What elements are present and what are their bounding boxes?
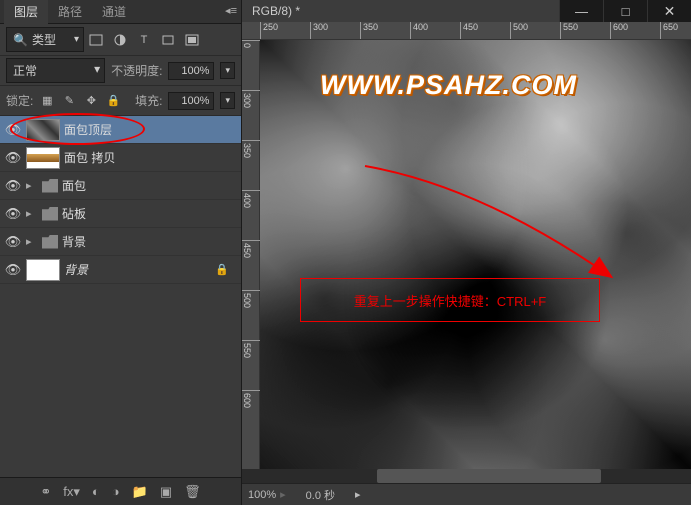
layer-name[interactable]: 背景: [62, 233, 237, 250]
annotation-text: 重复上一步操作快捷键：CTRL+F: [354, 291, 546, 310]
layers-list: 👁 面包顶层 👁 面包 拷贝 👁 ▸ 面包 👁 ▸ 砧板: [0, 116, 241, 477]
filter-adjust-icon[interactable]: [112, 32, 128, 48]
lock-all-icon[interactable]: 🔒: [105, 93, 121, 109]
opacity-input[interactable]: [168, 62, 214, 80]
status-arrow-icon[interactable]: ▸: [355, 488, 361, 501]
blend-row: 正常 不透明度: ▾: [0, 56, 241, 86]
panel-menu-icon[interactable]: ◂≡: [225, 4, 237, 17]
lock-position-icon[interactable]: ✥: [83, 93, 99, 109]
fill-dropdown-arrow[interactable]: ▾: [220, 92, 235, 109]
visibility-icon[interactable]: 👁: [4, 150, 22, 166]
layer-row[interactable]: 👁 面包顶层: [0, 116, 241, 144]
panel-bottom-toolbar: ⚭ fx▾ ◐ ◑ 📁 ▣ 🗑: [0, 477, 241, 505]
folder-new-icon[interactable]: 📁: [132, 484, 148, 500]
horizontal-ruler[interactable]: 250300350400450500550600650: [242, 22, 691, 40]
visibility-icon[interactable]: 👁: [4, 234, 22, 250]
visibility-icon[interactable]: 👁: [4, 262, 22, 278]
zoom-value[interactable]: 100%: [248, 489, 276, 501]
horizontal-scrollbar[interactable]: [242, 469, 691, 483]
folder-icon: [42, 235, 58, 249]
layer-filter-dropdown[interactable]: 🔍 类型: [6, 27, 84, 52]
search-icon: 🔍: [13, 33, 28, 47]
layer-name[interactable]: 面包顶层: [64, 121, 237, 138]
scroll-thumb[interactable]: [377, 469, 602, 483]
canvas[interactable]: WWW.PSAHZ.COM 重复上一步操作快捷键：CTRL+F: [260, 40, 691, 469]
layer-name[interactable]: 砧板: [62, 205, 237, 222]
lock-icon: 🔒: [215, 263, 229, 276]
filter-shape-icon[interactable]: [160, 32, 176, 48]
document-title: RGB/8) *: [252, 4, 300, 18]
main-area: RGB/8) * — □ ✕ 2503003504004505005506006…: [242, 0, 691, 505]
layer-row[interactable]: 👁 ▸ 面包: [0, 172, 241, 200]
lock-row: 锁定: ▦ ✎ ✥ 🔒 填充: ▾: [0, 86, 241, 116]
fx-icon[interactable]: fx▾: [63, 484, 80, 500]
folder-toggle-icon[interactable]: ▸: [26, 207, 38, 220]
title-bar: RGB/8) * — □ ✕: [242, 0, 691, 22]
lock-pixels-icon[interactable]: ✎: [61, 93, 77, 109]
fill-input[interactable]: [168, 92, 214, 110]
opacity-label: 不透明度:: [111, 62, 162, 79]
layer-row[interactable]: 👁 ▸ 背景: [0, 228, 241, 256]
vertical-ruler[interactable]: 0300350400450500550600: [242, 40, 260, 469]
layer-thumbnail[interactable]: [26, 259, 60, 281]
layer-row[interactable]: 👁 面包 拷贝: [0, 144, 241, 172]
tab-paths[interactable]: 路径: [48, 0, 92, 24]
tab-layers[interactable]: 图层: [4, 0, 48, 24]
layer-name[interactable]: 面包 拷贝: [64, 149, 237, 166]
canvas-image: [260, 40, 691, 469]
folder-icon: [42, 207, 58, 221]
blend-mode-dropdown[interactable]: 正常: [6, 58, 105, 83]
status-separator: ▸: [280, 488, 286, 501]
filter-pixel-icon[interactable]: [88, 32, 104, 48]
layer-name[interactable]: 背景: [64, 261, 211, 278]
adjustment-icon[interactable]: ◑: [112, 484, 120, 499]
visibility-icon[interactable]: 👁: [4, 178, 22, 194]
fill-label: 填充:: [135, 92, 162, 109]
layer-thumbnail[interactable]: [26, 119, 60, 141]
status-bar: 100% ▸ 0.0 秒 ▸: [242, 483, 691, 505]
layer-thumbnail[interactable]: [26, 147, 60, 169]
link-icon[interactable]: ⚭: [40, 484, 51, 500]
minimize-button[interactable]: —: [559, 0, 603, 22]
lock-label: 锁定:: [6, 92, 33, 109]
maximize-button[interactable]: □: [603, 0, 647, 22]
panel-tabs: 图层 路径 通道 ◂≡: [0, 0, 241, 24]
mask-icon[interactable]: ◐: [92, 484, 100, 499]
filter-smart-icon[interactable]: [184, 32, 200, 48]
new-layer-icon[interactable]: ▣: [160, 484, 172, 500]
close-button[interactable]: ✕: [647, 0, 691, 22]
visibility-icon[interactable]: 👁: [4, 122, 22, 138]
watermark-text: WWW.PSAHZ.COM: [320, 70, 577, 101]
tab-channels[interactable]: 通道: [92, 0, 136, 24]
layer-row[interactable]: 👁 背景 🔒: [0, 256, 241, 284]
layer-row[interactable]: 👁 ▸ 砧板: [0, 200, 241, 228]
annotation-text-box: 重复上一步操作快捷键：CTRL+F: [300, 278, 600, 322]
folder-icon: [42, 179, 58, 193]
opacity-dropdown-arrow[interactable]: ▾: [220, 62, 235, 79]
filter-label: 类型: [32, 31, 56, 48]
status-time: 0.0 秒: [306, 487, 335, 503]
layers-panel: 图层 路径 通道 ◂≡ 🔍 类型 T 正常 不透明度: ▾: [0, 0, 242, 505]
trash-icon[interactable]: 🗑: [184, 484, 201, 500]
layer-name[interactable]: 面包: [62, 177, 237, 194]
visibility-icon[interactable]: 👁: [4, 206, 22, 222]
filter-type-icon[interactable]: T: [136, 32, 152, 48]
filter-row: 🔍 类型 T: [0, 24, 241, 56]
folder-toggle-icon[interactable]: ▸: [26, 179, 38, 192]
folder-toggle-icon[interactable]: ▸: [26, 235, 38, 248]
lock-transparency-icon[interactable]: ▦: [39, 93, 55, 109]
